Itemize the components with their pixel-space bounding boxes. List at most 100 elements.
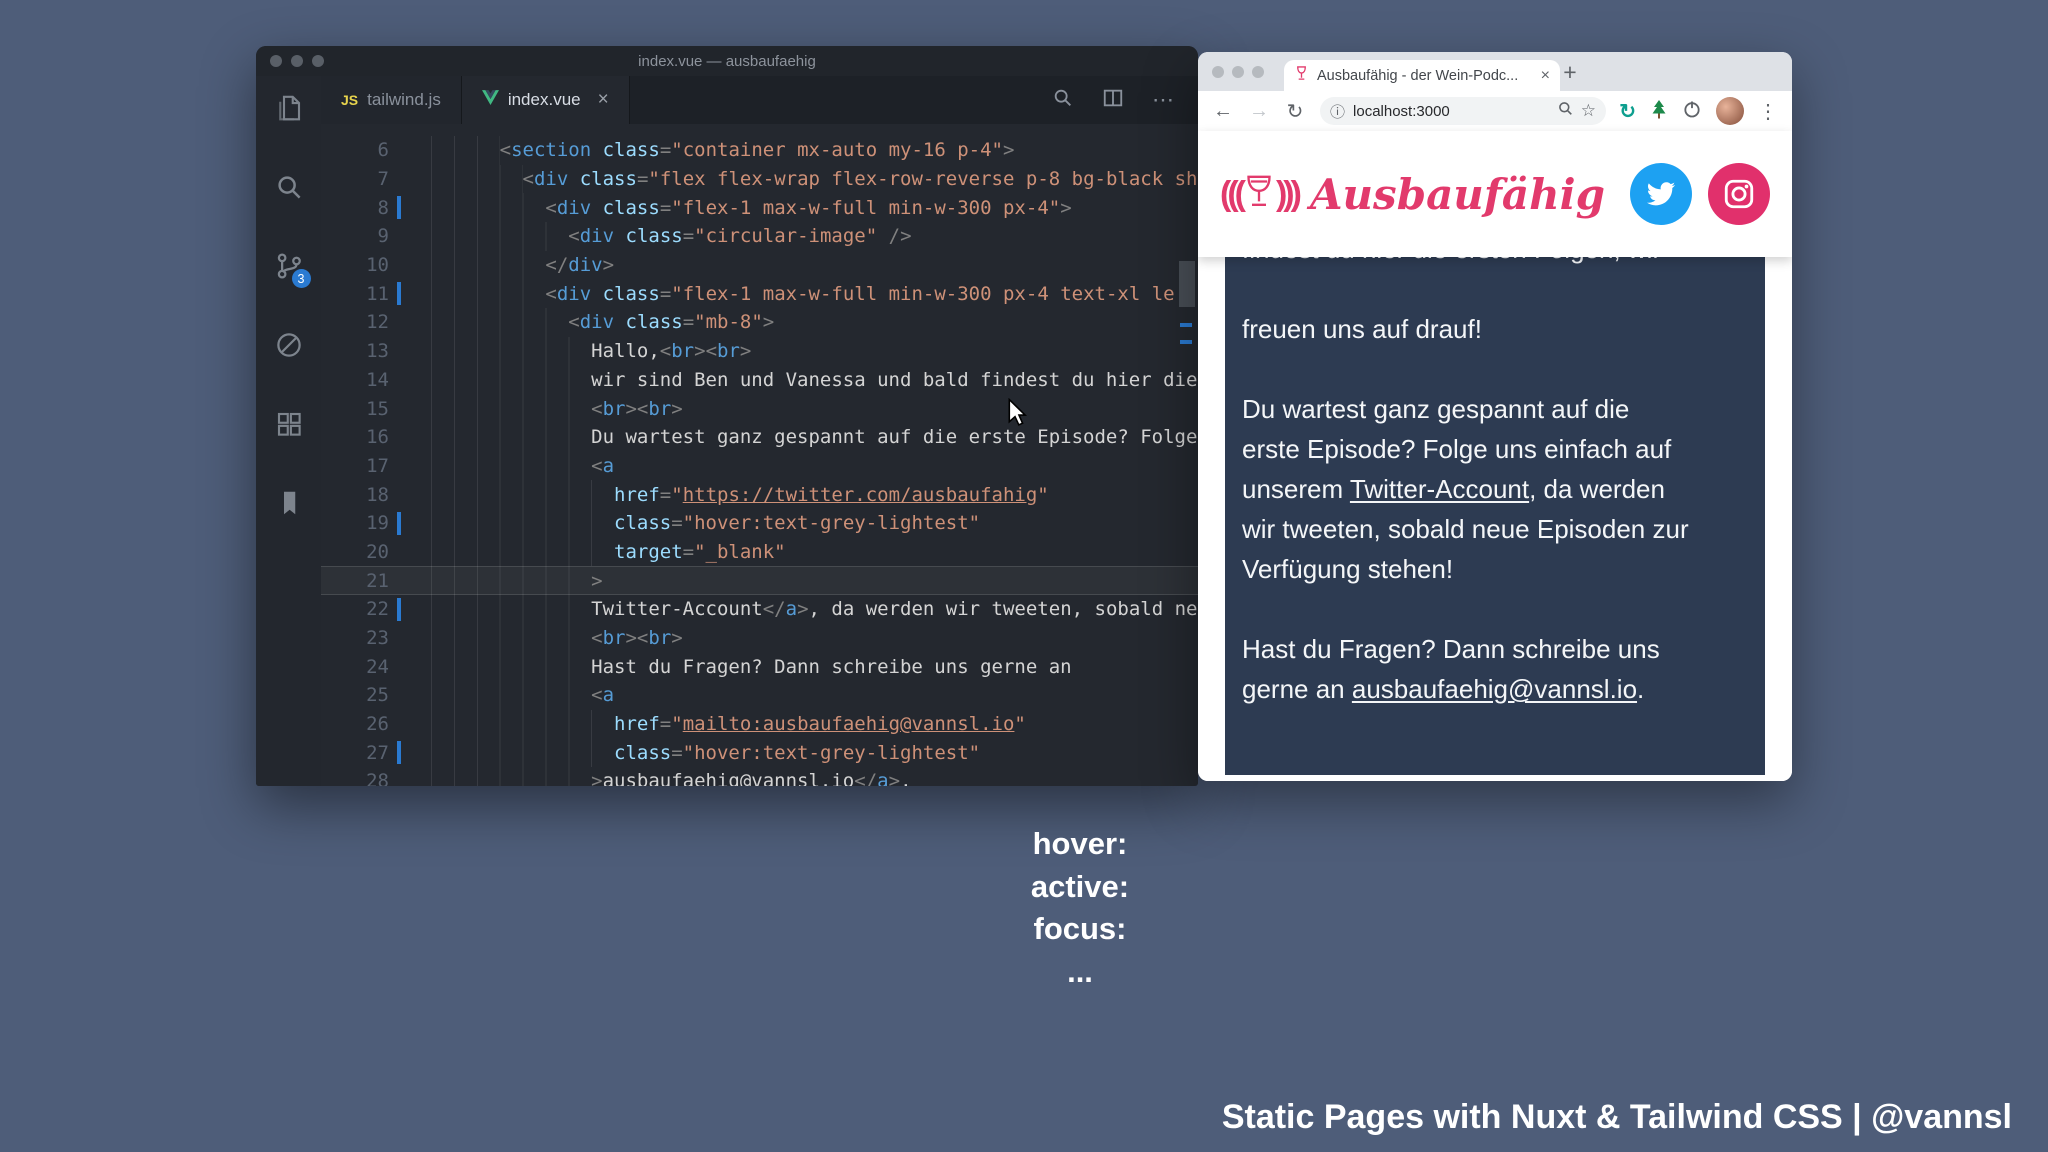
back-button[interactable]: ← bbox=[1208, 96, 1238, 126]
editor-tabbar: JS tailwind.js index.vue × ⋯ bbox=[321, 76, 1198, 124]
indent-guides bbox=[431, 279, 546, 309]
git-gutter-indicator bbox=[397, 426, 401, 449]
line-number: 20 bbox=[366, 540, 389, 563]
search-icon[interactable] bbox=[274, 172, 304, 202]
indent-guides bbox=[431, 222, 569, 251]
browser-tab[interactable]: Ausbaufähig - der Wein-Podc... × bbox=[1284, 60, 1560, 91]
editor-actions: ⋯ bbox=[1052, 76, 1198, 124]
power-extension-icon[interactable] bbox=[1682, 99, 1702, 124]
more-actions-icon[interactable]: ⋯ bbox=[1152, 87, 1174, 113]
zoom-window-button[interactable] bbox=[312, 55, 324, 67]
indent-guides bbox=[431, 308, 569, 337]
find-icon[interactable] bbox=[1052, 87, 1074, 114]
git-gutter-indicator bbox=[397, 225, 401, 248]
explorer-icon[interactable] bbox=[274, 93, 304, 123]
code-line-24: 24 Hast du Fragen? Dann schreibe uns gern… bbox=[321, 652, 1198, 682]
code-line-21: 21 > bbox=[321, 566, 1198, 595]
code-line-12: 12 < div class = "mb-8" > bbox=[321, 308, 1198, 337]
text-link[interactable]: Twitter-Account bbox=[1350, 474, 1529, 504]
git-gutter-indicator bbox=[397, 254, 401, 277]
favicon-wine-glass-icon bbox=[1294, 65, 1309, 86]
code-line-8: 8 < div class = "flex-1 max-w-full min-w-300… bbox=[321, 193, 1198, 223]
minimize-window-button[interactable] bbox=[1232, 66, 1244, 78]
source-control-icon[interactable]: 3 bbox=[274, 251, 311, 288]
browser-tabstrip: Ausbaufähig - der Wein-Podc... × + bbox=[1198, 52, 1792, 91]
twitter-button[interactable] bbox=[1630, 163, 1692, 225]
minimize-window-button[interactable] bbox=[291, 55, 303, 67]
indent-guides bbox=[431, 136, 500, 165]
overview-ruler-mark bbox=[1180, 340, 1192, 344]
line-number: 21 bbox=[366, 569, 389, 592]
editor-scrollbar[interactable] bbox=[1176, 124, 1198, 786]
toolbar-right: ↻ ⋮ bbox=[1619, 97, 1782, 125]
text-link[interactable]: ausbaufaehig@vannsl.io bbox=[1352, 674, 1637, 704]
forward-button[interactable]: → bbox=[1244, 96, 1274, 126]
line-number: 23 bbox=[366, 627, 389, 650]
git-gutter-indicator bbox=[397, 282, 401, 306]
indent-guides bbox=[431, 738, 615, 768]
profile-avatar[interactable] bbox=[1716, 97, 1744, 125]
circle-slash-icon[interactable] bbox=[274, 330, 304, 360]
paragraph: freuen uns auf drauf! bbox=[1242, 314, 1482, 344]
window-controls bbox=[270, 55, 324, 67]
presentation-slide: index.vue — ausbaufaehig JS tailwind.js … bbox=[0, 0, 2048, 1152]
mouse-cursor bbox=[1005, 397, 1031, 433]
code-line-28: 28 > ausbaufaehig@vannsl.io </a >. bbox=[321, 767, 1198, 786]
indent-guides bbox=[431, 623, 592, 653]
webpage: ((( ))) Ausbaufähig finde bbox=[1198, 131, 1792, 781]
social-links bbox=[1630, 163, 1770, 225]
extensions-icon[interactable] bbox=[274, 409, 304, 439]
tab-index-vue[interactable]: index.vue × bbox=[461, 76, 630, 124]
variant-focus: focus: bbox=[1033, 911, 1127, 946]
new-tab-button[interactable]: + bbox=[1556, 58, 1584, 86]
address-bar[interactable]: ⓘ localhost:3000 ☆ bbox=[1320, 97, 1606, 125]
close-tab-icon[interactable]: × bbox=[598, 89, 609, 111]
bookmark-star-icon[interactable]: ☆ bbox=[1581, 101, 1596, 121]
site-header: ((( ))) Ausbaufähig bbox=[1198, 131, 1792, 257]
javascript-file-icon: JS bbox=[341, 92, 359, 108]
code-line-26: 26 href = " mailto:ausbaufaehig@vannsl.io " bbox=[321, 709, 1198, 739]
line-number: 17 bbox=[366, 454, 389, 477]
tab-tailwind-js[interactable]: JS tailwind.js bbox=[321, 76, 462, 124]
indent-guides bbox=[431, 709, 615, 739]
code-editor[interactable]: 6 < section class = "container mx-auto my-16… bbox=[321, 124, 1198, 786]
split-editor-icon[interactable] bbox=[1102, 87, 1124, 114]
indent-guides bbox=[431, 365, 592, 395]
site-logo[interactable]: ((( ))) Ausbaufähig bbox=[1220, 170, 1605, 219]
git-gutter-indicator bbox=[397, 168, 401, 191]
zoom-window-button[interactable] bbox=[1252, 66, 1264, 78]
close-window-button[interactable] bbox=[270, 55, 282, 67]
indent-guides bbox=[431, 508, 615, 538]
extension-icon-1[interactable]: ↻ bbox=[1619, 99, 1636, 124]
line-number: 18 bbox=[366, 483, 389, 506]
close-window-button[interactable] bbox=[1212, 66, 1224, 78]
line-number: 27 bbox=[366, 741, 389, 764]
indent-guides bbox=[431, 164, 523, 194]
browser-menu-icon[interactable]: ⋮ bbox=[1758, 99, 1778, 124]
git-gutter-indicator bbox=[397, 569, 401, 592]
line-number: 26 bbox=[366, 713, 389, 736]
code-line-15: 15 < br >< br > bbox=[321, 394, 1198, 423]
git-gutter-indicator bbox=[397, 397, 401, 420]
site-info-icon[interactable]: ⓘ bbox=[1330, 101, 1345, 122]
line-number: 6 bbox=[377, 139, 389, 162]
instagram-button[interactable] bbox=[1708, 163, 1770, 225]
vue-file-icon bbox=[481, 90, 499, 110]
close-tab-icon[interactable]: × bbox=[1541, 67, 1550, 85]
site-paragraphs: freuen uns auf drauf! Du wartest ganz ges… bbox=[1242, 309, 1748, 709]
code-line-25: 25 < a bbox=[321, 681, 1198, 710]
reload-button[interactable]: ↻ bbox=[1280, 96, 1310, 126]
bookmark-icon[interactable] bbox=[274, 488, 304, 518]
line-number: 11 bbox=[366, 282, 389, 305]
code-line-16: 16 Du wartest ganz gespannt auf die erste… bbox=[321, 422, 1198, 452]
code-line-22: 22 Twitter-Account </a >, da werden wir twe… bbox=[321, 595, 1198, 624]
code-line-17: 17 < a bbox=[321, 451, 1198, 481]
code-lines: 6 < section class = "container mx-auto my-16… bbox=[321, 136, 1198, 786]
scrollbar-thumb[interactable] bbox=[1179, 261, 1195, 307]
code-line-13: 13 Hallo, < br >< br > bbox=[321, 336, 1198, 366]
tree-extension-icon[interactable] bbox=[1650, 99, 1668, 124]
window-controls bbox=[1212, 66, 1264, 78]
slide-footer-title: Static Pages with Nuxt & Tailwind CSS | … bbox=[1221, 1098, 2012, 1136]
zoom-icon[interactable] bbox=[1558, 101, 1573, 121]
git-gutter-indicator bbox=[397, 627, 401, 650]
